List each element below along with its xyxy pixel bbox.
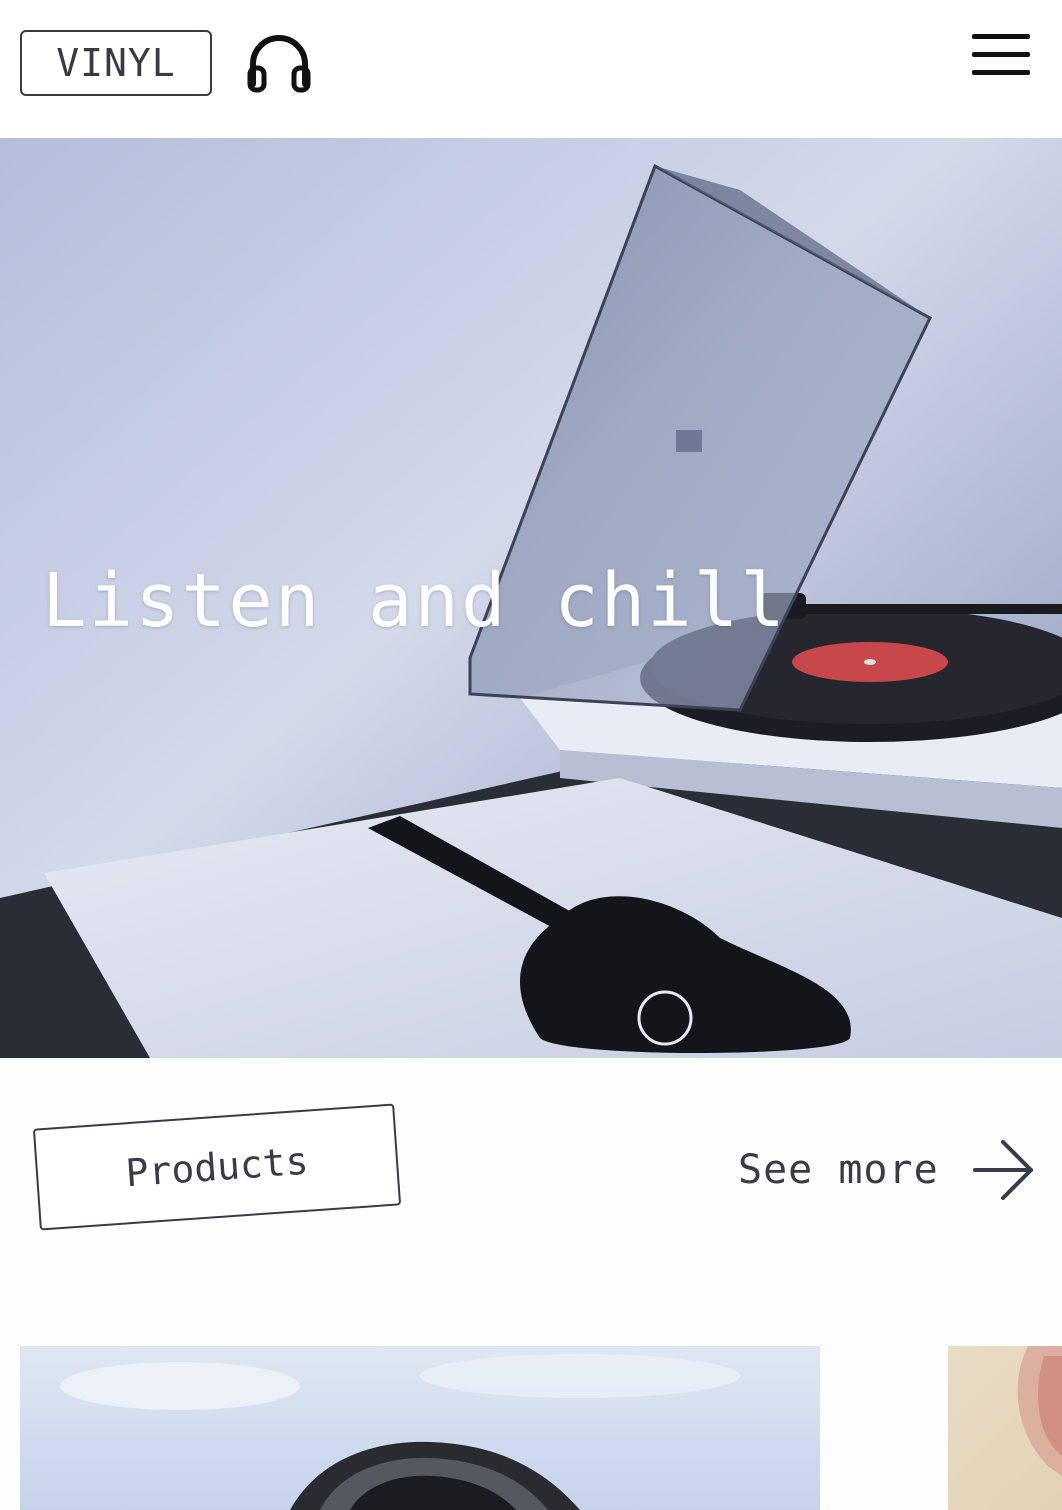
hero-banner: Listen and chill — [0, 138, 1062, 1058]
hamburger-menu-icon — [972, 52, 1030, 57]
site-header: VINYL — [0, 0, 1062, 138]
products-section-tag: Products — [32, 1103, 402, 1231]
hamburger-menu-icon — [972, 70, 1030, 75]
product-card[interactable] — [20, 1346, 820, 1510]
logo-badge[interactable]: VINYL — [20, 30, 212, 96]
product-image — [60, 1354, 740, 1510]
product-image — [1017, 1346, 1062, 1476]
arrow-right-icon — [972, 1140, 1033, 1200]
headphones-icon — [247, 35, 311, 93]
menu-button[interactable] — [970, 30, 1032, 80]
product-card[interactable] — [948, 1346, 1062, 1510]
see-more-label: See more — [738, 1147, 939, 1193]
hamburger-menu-icon — [972, 34, 1030, 39]
see-more-link[interactable]: See more — [738, 1140, 1035, 1200]
hero-title: Listen and chill — [42, 558, 787, 644]
